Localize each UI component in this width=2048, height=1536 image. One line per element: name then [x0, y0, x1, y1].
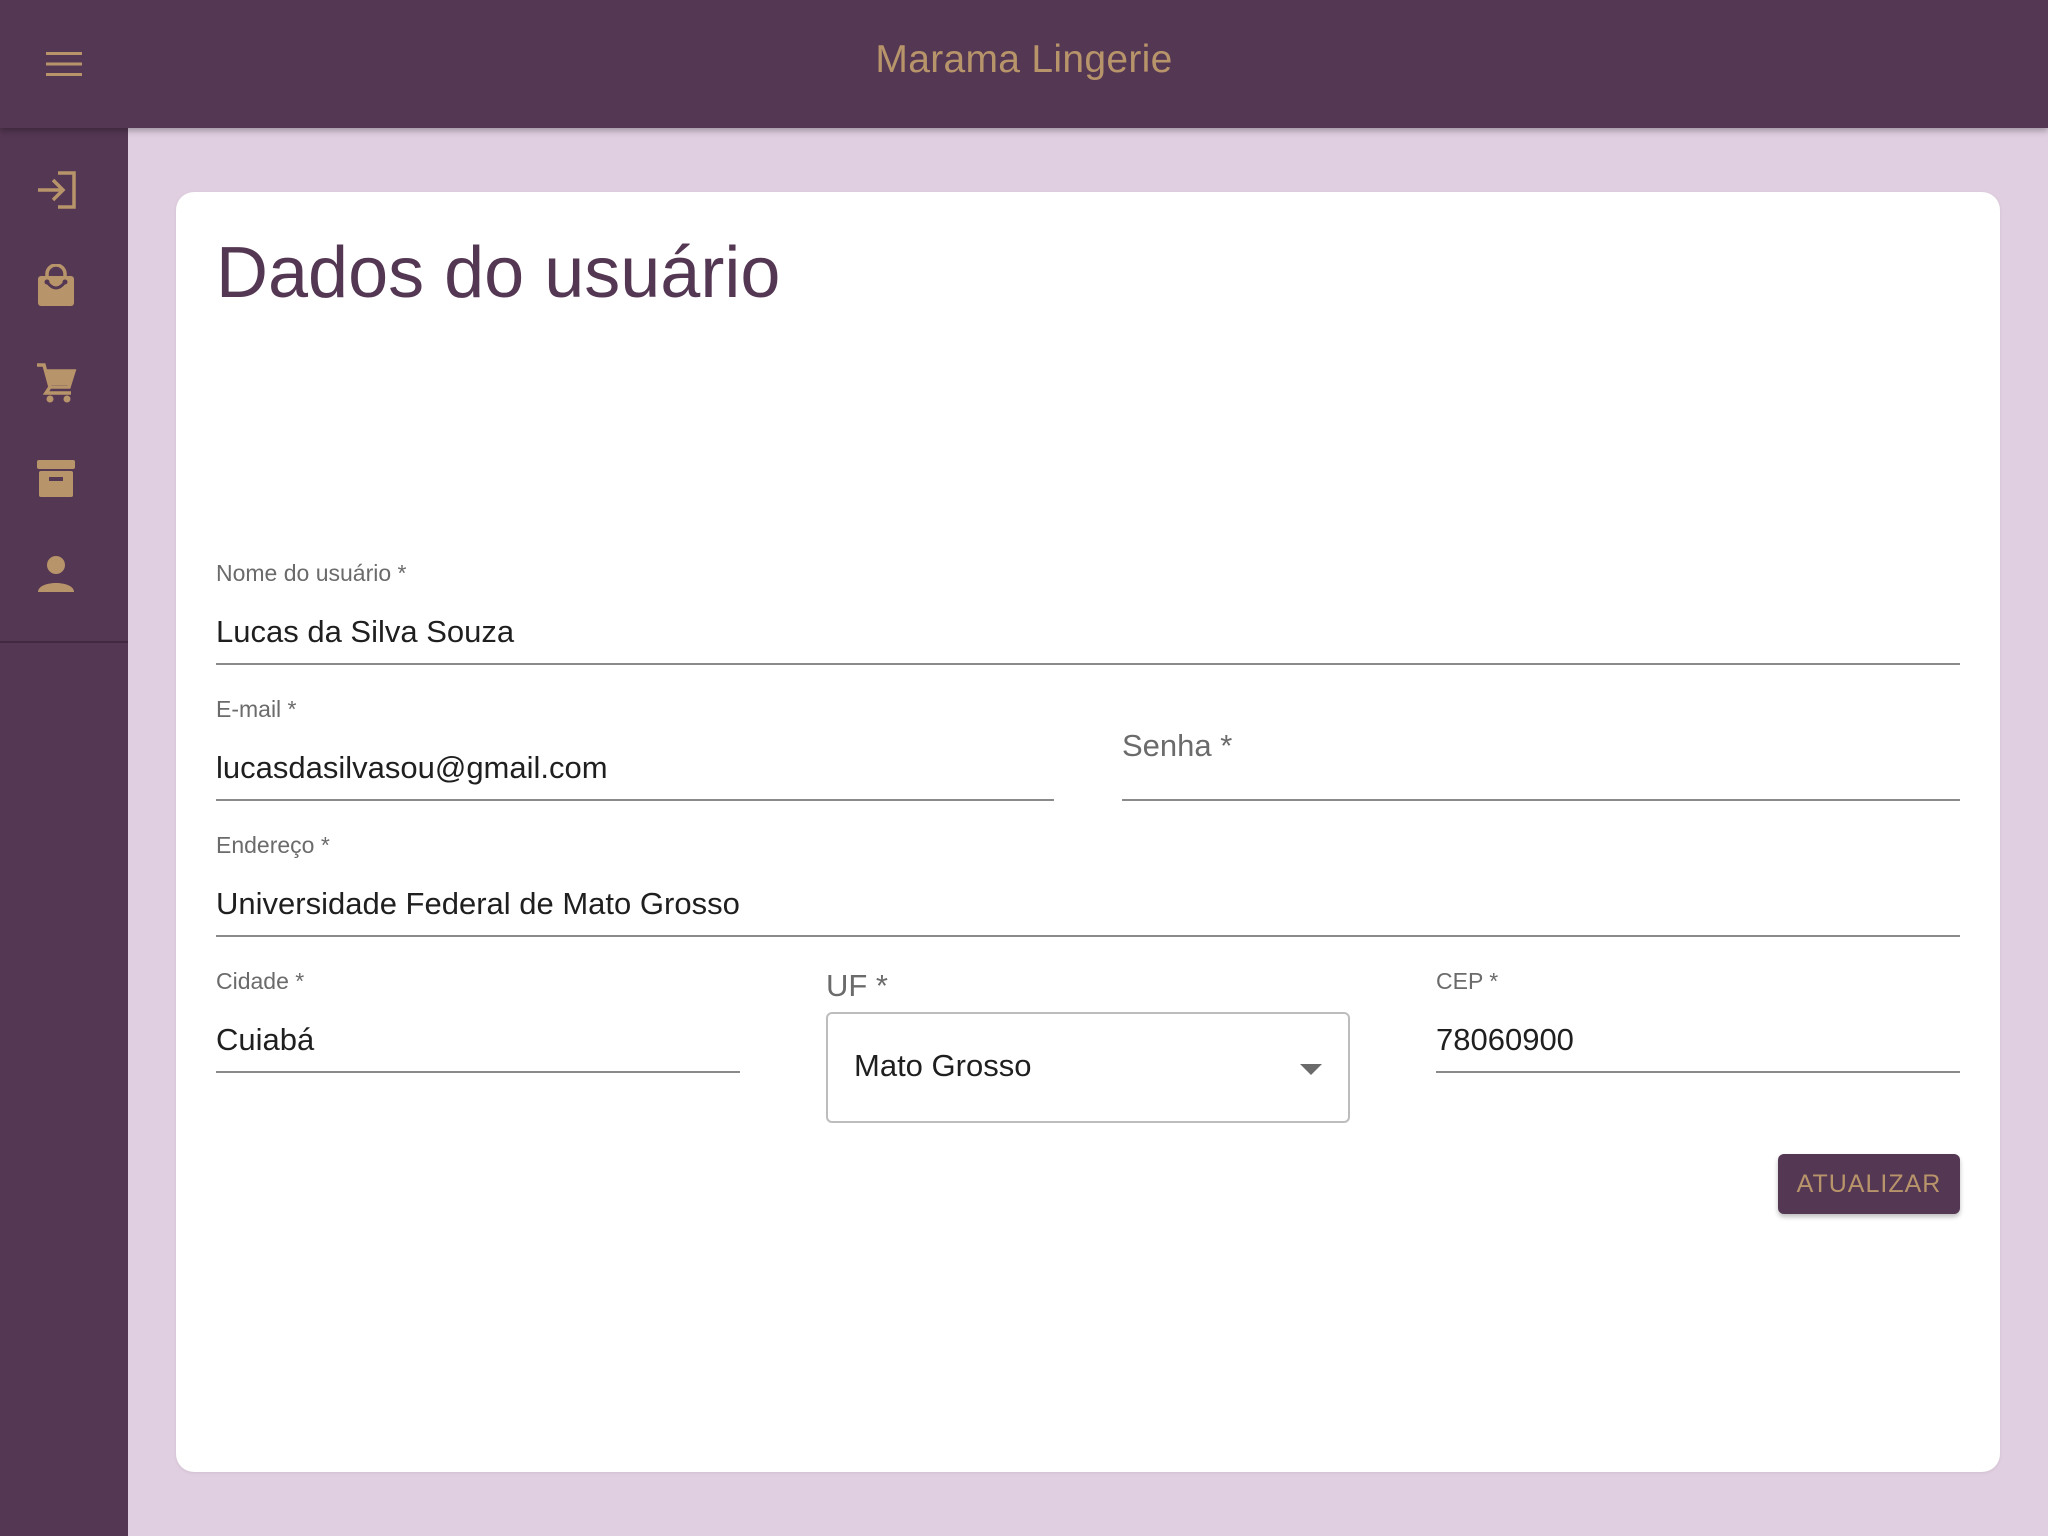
address-input[interactable] — [216, 884, 1960, 924]
cep-input[interactable] — [1436, 1020, 1960, 1060]
address-underline — [216, 935, 1960, 937]
email-field: E-mail * — [216, 692, 1054, 802]
city-field-label: Cidade * — [216, 968, 305, 994]
sidebar-item-cart[interactable] — [24, 350, 88, 414]
login-icon — [38, 171, 76, 209]
cep-field: CEP * — [1436, 964, 1960, 1074]
update-button[interactable]: ATUALIZAR — [1778, 1154, 1960, 1214]
person-icon — [38, 556, 74, 592]
email-underline — [216, 799, 1054, 801]
dropdown-arrow-icon — [1300, 1064, 1322, 1075]
city-underline — [216, 1071, 740, 1073]
app-title: Marama Lingerie — [875, 38, 1173, 81]
sidebar-item-shop[interactable] — [24, 254, 88, 318]
city-input[interactable] — [216, 1020, 740, 1060]
address-field: Endereço * — [216, 828, 1960, 938]
password-input[interactable] — [1122, 748, 1960, 788]
app-bar: Marama Lingerie — [0, 0, 2048, 128]
sidebar-divider — [0, 641, 128, 643]
user-data-card: Dados do usuário Nome do usuário * E-mai… — [176, 192, 2000, 1472]
archive-icon — [37, 460, 75, 497]
page-title: Dados do usuário — [216, 233, 781, 313]
name-underline — [216, 663, 1960, 665]
uf-select-label: UF * — [826, 968, 888, 1003]
name-field: Nome do usuário * — [216, 556, 1960, 666]
cep-field-label: CEP * — [1436, 968, 1499, 994]
name-field-label: Nome do usuário * — [216, 560, 407, 586]
password-field: Senha * — [1122, 692, 1960, 802]
sidebar-item-archive[interactable] — [24, 446, 88, 510]
name-input[interactable] — [216, 612, 1960, 652]
sidebar — [0, 128, 128, 1536]
cart-icon — [37, 363, 77, 403]
uf-select[interactable]: Mato Grosso — [826, 1012, 1350, 1123]
sidebar-item-login[interactable] — [24, 158, 88, 222]
uf-select-value: Mato Grosso — [854, 1048, 1032, 1083]
address-field-label: Endereço * — [216, 832, 330, 858]
email-input[interactable] — [216, 748, 1054, 788]
city-field: Cidade * — [216, 964, 740, 1074]
shopping-bag-icon — [38, 264, 74, 306]
password-underline — [1122, 799, 1960, 801]
cep-underline — [1436, 1071, 1960, 1073]
sidebar-item-user[interactable] — [24, 542, 88, 606]
email-field-label: E-mail * — [216, 696, 297, 722]
